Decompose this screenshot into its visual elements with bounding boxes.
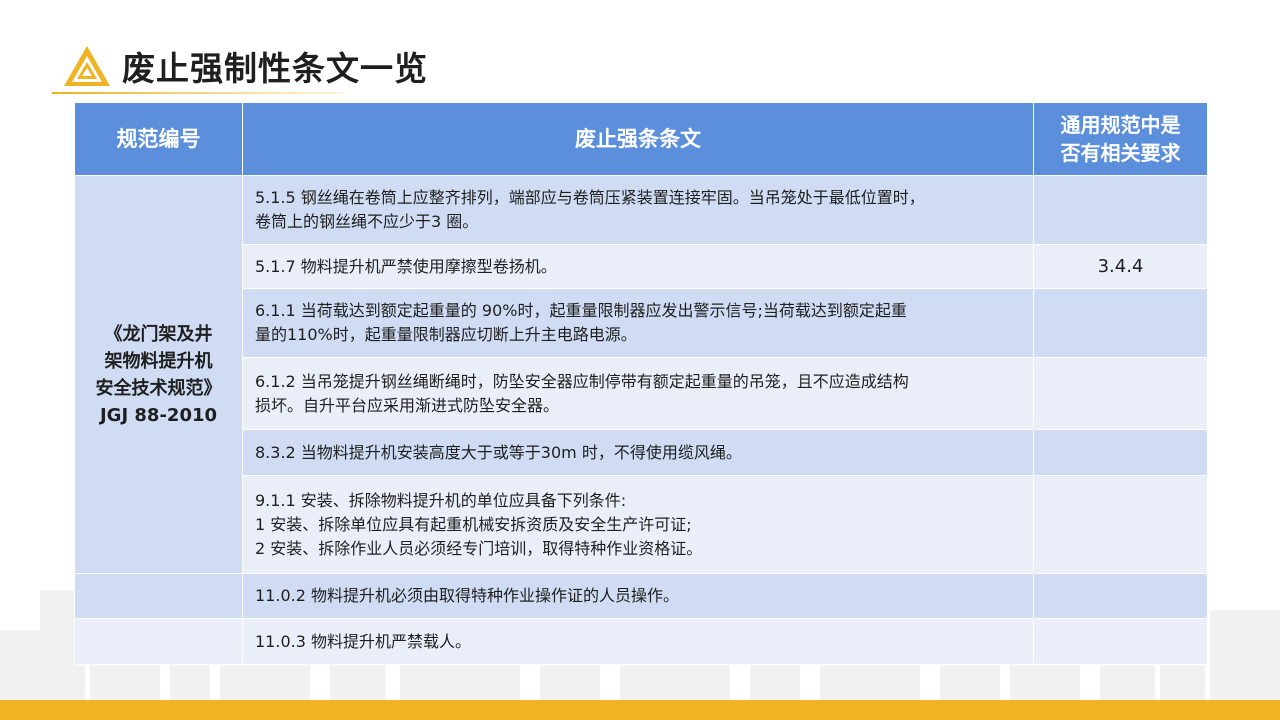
spec-name-blank-cell xyxy=(74,618,243,665)
title-area: 废止强制性条文一览 xyxy=(62,38,428,94)
clause-cell: 11.0.2 物料提升机必须由取得特种作业操作证的人员操作。 xyxy=(242,573,1034,619)
clause-line: 11.0.2 物料提升机必须由取得特种作业操作证的人员操作。 xyxy=(255,586,679,605)
reference-cell xyxy=(1033,475,1208,574)
clause-cell: 8.3.2 当物料提升机安装高度大于或等于30m 时，不得使用缆风绳。 xyxy=(242,429,1034,476)
spec-name-line: 《龙门架及井 xyxy=(104,323,213,345)
clause-cell: 5.1.5 钢丝绳在卷筒上应整齐排列，端部应与卷筒压紧装置连接牢固。当吊笼处于最… xyxy=(242,175,1034,245)
reference-cell xyxy=(1033,357,1208,430)
reference-cell xyxy=(1033,429,1208,476)
clause-line: 损坏。自升平台应采用渐进式防坠安全器。 xyxy=(255,395,560,415)
bottom-accent-bar xyxy=(0,700,1280,720)
clause-cell: 5.1.7 物料提升机严禁使用摩擦型卷扬机。 xyxy=(242,244,1034,289)
table-row: 11.0.3 物料提升机严禁载人。 xyxy=(74,618,1208,665)
clause-line: 1 安装、拆除单位应具有起重机械安拆资质及安全生产许可证; xyxy=(255,514,692,534)
header-general-line-1: 通用规范中是 xyxy=(1060,113,1181,137)
clause-line: 卷筒上的钢丝绳不应少于3 圈。 xyxy=(255,212,479,231)
clause-cell: 6.1.1 当荷载达到额定起重量的 90%时，起重量限制器应发出警示信号;当荷载… xyxy=(242,288,1034,358)
title-underline xyxy=(52,92,344,94)
clause-cell: 11.0.3 物料提升机严禁载人。 xyxy=(242,618,1034,665)
spec-name-cell: 《龙门架及井 架物料提升机 安全技术规范》 JGJ 88-2010 xyxy=(74,175,243,574)
reference-cell xyxy=(1033,618,1208,665)
header-clause: 废止强条条文 xyxy=(242,102,1034,176)
reference-cell xyxy=(1033,573,1208,619)
spec-name-blank-cell xyxy=(74,573,243,619)
clause-line: 5.1.7 物料提升机严禁使用摩擦型卷扬机。 xyxy=(255,256,557,276)
page-title: 废止强制性条文一览 xyxy=(122,49,428,88)
clause-line: 11.0.3 物料提升机严禁载人。 xyxy=(255,631,471,651)
spec-name-line: 架物料提升机 xyxy=(104,350,213,372)
table-row: 《龙门架及井 架物料提升机 安全技术规范》 JGJ 88-2010 5.1.5 … xyxy=(74,175,1208,574)
table-row: 8.3.2 当物料提升机安装高度大于或等于30m 时，不得使用缆风绳。 xyxy=(75,429,1208,476)
spec-name-line: JGJ 88-2010 xyxy=(99,404,218,426)
header-code: 规范编号 xyxy=(74,102,243,176)
table-row: 6.1.1 当荷载达到额定起重量的 90%时，起重量限制器应发出警示信号;当荷载… xyxy=(75,288,1208,358)
header-general-line-2: 否有相关要求 xyxy=(1060,141,1181,165)
reference-cell xyxy=(1033,175,1208,245)
clause-line: 6.1.1 当荷载达到额定起重量的 90%时，起重量限制器应发出警示信号;当荷载… xyxy=(255,301,907,320)
reference-cell xyxy=(1033,288,1208,358)
table-row: 9.1.1 安装、拆除物料提升机的单位应具备下列条件: 1 安装、拆除单位应具有… xyxy=(75,475,1208,574)
table-row: 6.1.2 当吊笼提升钢丝绳断绳时，防坠安全器应制停带有额定起重量的吊笼，且不应… xyxy=(75,357,1208,430)
clause-cell: 9.1.1 安装、拆除物料提升机的单位应具备下列条件: 1 安装、拆除单位应具有… xyxy=(242,475,1034,574)
spec-name-line: 安全技术规范》 xyxy=(95,377,222,399)
mandatory-clauses-table: 规范编号 废止强条条文 通用规范中是 否有相关要求 《龙门架及井 架物料提升机 … xyxy=(74,102,1208,665)
clause-line: 量的110%时，起重量限制器应切断上升主电路电源。 xyxy=(255,325,637,344)
table-row: 11.0.2 物料提升机必须由取得特种作业操作证的人员操作。 xyxy=(74,573,1208,619)
clause-line: 9.1.1 安装、拆除物料提升机的单位应具备下列条件: xyxy=(255,490,627,510)
clause-line: 6.1.2 当吊笼提升钢丝绳断绳时，防坠安全器应制停带有额定起重量的吊笼，且不应… xyxy=(255,371,909,391)
clause-line: 8.3.2 当物料提升机安装高度大于或等于30m 时，不得使用缆风绳。 xyxy=(255,442,742,462)
clause-line: 5.1.5 钢丝绳在卷筒上应整齐排列，端部应与卷筒压紧装置连接牢固。当吊笼处于最… xyxy=(255,188,925,207)
table-header-row: 规范编号 废止强条条文 通用规范中是 否有相关要求 xyxy=(74,102,1208,176)
table-row: 5.1.7 物料提升机严禁使用摩擦型卷扬机。 3.4.4 xyxy=(75,244,1208,289)
header-general-requirement: 通用规范中是 否有相关要求 xyxy=(1033,102,1208,176)
clause-line: 2 安装、拆除作业人员必须经专门培训，取得特种作业资格证。 xyxy=(255,538,703,558)
reference-cell: 3.4.4 xyxy=(1033,244,1208,289)
clause-cell: 6.1.2 当吊笼提升钢丝绳断绳时，防坠安全器应制停带有额定起重量的吊笼，且不应… xyxy=(242,357,1034,430)
yellow-triangle-logo-icon xyxy=(64,46,110,86)
